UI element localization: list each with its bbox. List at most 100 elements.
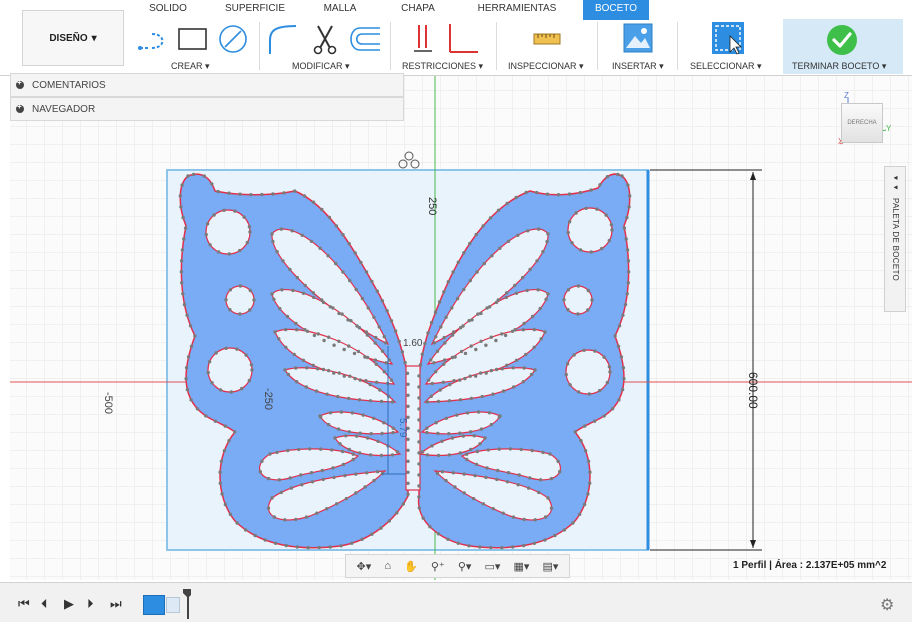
sketch-point [452, 330, 456, 334]
sketch-point [482, 261, 486, 266]
tab-superficie[interactable]: SUPERFICIE [220, 0, 290, 20]
timeline-marker[interactable] [183, 589, 191, 619]
sketch-point [220, 492, 224, 496]
browser-comments[interactable]: COMENTARIOS [10, 73, 404, 97]
insertar-menu[interactable]: INSERTAR ▾ [612, 61, 664, 72]
sketch-point [474, 232, 478, 237]
sketch-point [616, 172, 620, 177]
sketch-point [375, 289, 379, 293]
step-forward-icon[interactable]: ⏵ [87, 596, 94, 612]
timeline-sketch-item[interactable] [143, 595, 165, 615]
inner-dimension-value[interactable]: 5.79 [397, 418, 408, 437]
sketch-point [421, 450, 425, 454]
sketch-point [566, 288, 571, 292]
sketch-point [405, 371, 410, 375]
line-tool-icon[interactable] [136, 24, 170, 54]
look-at-icon[interactable]: ⌂ [384, 560, 391, 572]
grid-settings-icon[interactable]: ▦▾ [513, 560, 529, 573]
sketch-point [328, 545, 332, 549]
sketch-canvas[interactable]: 250 600.00 -250 -500 1.60 5.79 [10, 76, 912, 580]
sketch-point [365, 471, 369, 475]
modificar-menu[interactable]: MODIFICAR ▾ [292, 61, 350, 72]
sketch-point [279, 227, 284, 231]
sketch-point [595, 207, 599, 211]
pan-hand-icon[interactable]: ✋ [404, 560, 418, 573]
sketch-point [468, 374, 472, 378]
fillet-tool-icon[interactable] [266, 22, 300, 56]
sketch-point [442, 362, 446, 366]
center-dimension-value[interactable]: 1.60 [403, 338, 422, 349]
inspeccionar-menu[interactable]: INSPECCIONAR ▾ [508, 61, 584, 72]
sketch-point [602, 355, 606, 359]
sketch-point [478, 442, 482, 446]
sketch-point [365, 355, 370, 360]
sketch-point [387, 519, 391, 523]
sketch-point [340, 312, 344, 316]
sketch-point [333, 436, 337, 440]
sketch-point [433, 310, 438, 314]
measure-ruler-icon[interactable] [532, 28, 562, 50]
palette-collapse-icon[interactable]: ◂◂ [891, 173, 900, 192]
timeline-feature-item[interactable] [166, 597, 180, 613]
sketch-point [284, 327, 288, 332]
sketch-point [471, 496, 476, 501]
rectangle-tool-icon[interactable] [176, 24, 210, 54]
sketch-point [320, 468, 324, 473]
zoom-icon[interactable]: ⚲⁺ [431, 560, 445, 573]
crear-menu[interactable]: CREAR ▾ [171, 61, 210, 72]
tab-herramientas[interactable]: HERRAMIENTAS [474, 0, 560, 20]
restricciones-menu[interactable]: RESTRICCIONES ▾ [402, 61, 483, 72]
sketch-point [253, 533, 257, 538]
play-icon[interactable]: ▶ [64, 596, 74, 612]
sketch-point [319, 415, 323, 419]
sketch-point [568, 383, 572, 387]
sketch-point [593, 349, 597, 353]
axis-label-neg500: -500 [102, 392, 114, 415]
height-dimension-value[interactable]: 600.00 [746, 372, 760, 409]
circle-tool-icon[interactable] [216, 22, 250, 56]
sketch-point [452, 379, 456, 383]
sketch-point [456, 260, 460, 264]
sketch-point [528, 267, 532, 272]
fit-zoom-icon[interactable]: ⚲▾ [458, 560, 472, 573]
sketch-point [195, 407, 200, 411]
insert-image-icon[interactable] [622, 22, 654, 54]
sketch-point [417, 407, 421, 411]
browser-navigator[interactable]: NAVEGADOR [10, 97, 404, 121]
offset-tool-icon[interactable] [346, 24, 382, 54]
expand-plus-icon[interactable] [16, 102, 24, 113]
viewcube[interactable]: DERECHA [841, 103, 883, 143]
select-cursor-icon[interactable] [710, 20, 746, 56]
orbit-icon[interactable]: ✥▾ [357, 560, 372, 573]
tab-boceto[interactable]: BOCETO [583, 0, 649, 20]
tab-malla[interactable]: MALLA [314, 0, 366, 20]
sketch-point [539, 337, 543, 341]
sketch-point [316, 332, 320, 336]
sketch-viewport[interactable] [10, 76, 912, 580]
sketch-palette-tab[interactable]: ◂◂ PALETA DE BOCETO [884, 166, 906, 312]
sketch-point [467, 544, 471, 548]
expand-plus-icon[interactable] [16, 78, 24, 89]
sketch-point [238, 312, 242, 316]
sketch-point [285, 314, 290, 319]
sketch-point [598, 183, 602, 187]
gear-icon[interactable]: ⚙ [880, 595, 894, 615]
sketch-point [358, 451, 362, 455]
sketch-point [326, 422, 331, 427]
sketch-point [420, 352, 424, 356]
sketch-point [417, 495, 421, 499]
seleccionar-menu[interactable]: SELECCIONAR ▾ [690, 61, 762, 72]
trim-scissors-icon[interactable] [310, 22, 340, 56]
tab-solido[interactable]: SOLIDO [140, 0, 196, 20]
sketch-point [485, 306, 489, 310]
go-to-start-icon[interactable]: ⏮ [18, 596, 30, 612]
go-to-end-icon[interactable]: ⏭ [110, 596, 122, 612]
step-back-icon[interactable]: ⏴ [41, 596, 48, 612]
viewports-icon[interactable]: ▤▾ [542, 560, 558, 573]
perpendicular-constraint-icon[interactable] [444, 22, 480, 56]
display-settings-icon[interactable]: ▭▾ [484, 560, 500, 573]
coincident-constraint-icon[interactable] [410, 22, 436, 56]
tab-chapa[interactable]: CHAPA [392, 0, 444, 20]
sketch-point [458, 431, 462, 435]
workspace-switcher-button[interactable]: DISEÑO ▾ [22, 10, 124, 66]
